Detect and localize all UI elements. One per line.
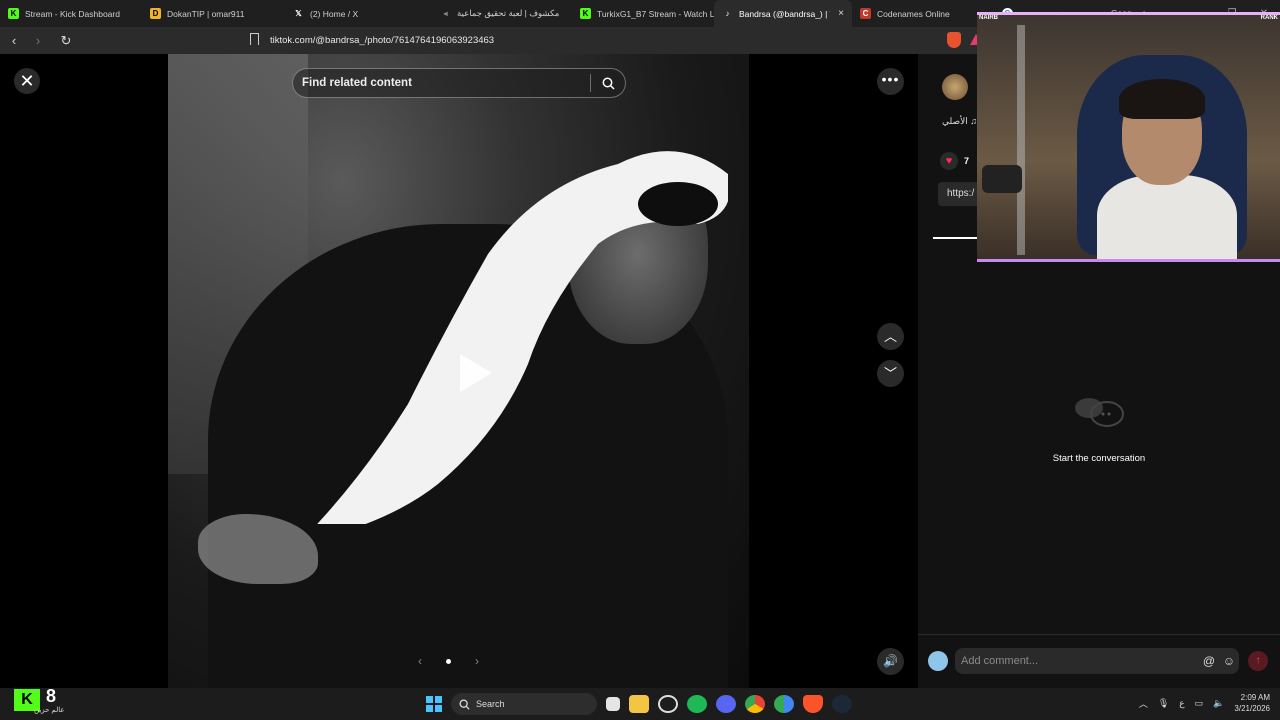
close-viewer-button[interactable]: ✕: [14, 68, 40, 94]
volume-icon[interactable]: 🔈: [1213, 698, 1224, 709]
brave-icon[interactable]: [803, 695, 823, 713]
search-input[interactable]: Find related content: [302, 77, 590, 89]
tab-label: DokanTIP | omar911: [167, 8, 245, 19]
tab-label: Bandrsa (@bandrsa_) | Tik: [739, 8, 830, 19]
pager-dot[interactable]: [446, 658, 451, 664]
taskbar-search-label: Search: [476, 699, 505, 709]
cam-hair: [1119, 79, 1205, 119]
empty-comments-text: Start the conversation: [1052, 453, 1146, 464]
photo-pager: ‹ ›: [418, 654, 479, 668]
tab-makshoof[interactable]: ◂ مكشوف | لعبة تحقيق جماعية: [432, 0, 572, 27]
windows-taskbar: K 8 عالم حزين Search ︿ 🎙 ع ▭ 🔈 2:09 AM 3…: [0, 686, 1280, 720]
close-tab-icon[interactable]: ×: [838, 8, 844, 19]
pager-prev-icon[interactable]: ‹: [418, 654, 422, 668]
mention-icon[interactable]: @: [1199, 654, 1219, 668]
tiktok-icon: ♪: [725, 9, 730, 18]
clock-time: 2:09 AM: [1240, 693, 1270, 702]
next-post-button[interactable]: ﹀: [877, 360, 904, 387]
heart-icon[interactable]: ♥: [940, 152, 958, 170]
tray-overflow-icon[interactable]: ︿: [1139, 697, 1148, 710]
pager-next-icon[interactable]: ›: [475, 654, 479, 668]
volume-button[interactable]: 🔊: [877, 648, 904, 675]
kick-icon: K: [580, 8, 591, 19]
kick-icon: K: [8, 8, 19, 19]
file-explorer-icon[interactable]: [629, 695, 649, 713]
microphone-icon[interactable]: 🎙: [1158, 698, 1169, 709]
task-view-icon[interactable]: [606, 697, 620, 711]
like-control[interactable]: ♥ 7: [940, 152, 969, 170]
clock-date: 3/21/2026: [1234, 704, 1270, 713]
tab-kick-dashboard[interactable]: K Stream - Kick Dashboard: [0, 0, 142, 27]
empty-comments: Start the conversation: [918, 394, 1280, 464]
cam-microphone: [982, 165, 1022, 193]
author-avatar[interactable]: [942, 74, 968, 100]
chat-bubbles-icon: [1075, 398, 1124, 427]
previous-post-button[interactable]: ︿: [877, 323, 904, 350]
clock[interactable]: 2:09 AM 3/21/2026: [1234, 692, 1270, 714]
cam-right-label: RANK: [1260, 15, 1278, 21]
chrome-canary-icon[interactable]: [774, 695, 794, 713]
network-icon[interactable]: ▭: [1195, 698, 1204, 709]
like-count: 7: [964, 156, 970, 166]
more-options-button[interactable]: •••: [877, 68, 904, 95]
address-bar[interactable]: tiktok.com/@bandrsa_/photo/7614764196063…: [246, 30, 994, 51]
emoji-icon[interactable]: ☺: [1219, 654, 1239, 668]
photo-image[interactable]: [168, 54, 749, 688]
start-windows-icon[interactable]: [426, 696, 442, 712]
spotify-icon[interactable]: [687, 695, 707, 713]
x-icon: 𝕏: [295, 9, 302, 18]
kick-widget-count: 8: [46, 686, 57, 706]
cam-shirt: [1097, 175, 1237, 259]
codenames-icon: C: [860, 8, 871, 19]
language-indicator[interactable]: ع: [1179, 698, 1184, 709]
photo-headscarf: [317, 151, 728, 524]
taskbar-search-icon: [459, 698, 470, 710]
comment-placeholder[interactable]: Add comment...: [961, 655, 1199, 667]
related-search-bar[interactable]: Find related content: [292, 68, 626, 98]
cam-left-label: NAIRB: [979, 15, 998, 21]
site-icon: ◂: [443, 9, 448, 18]
tab-label: (2) Home / X: [310, 8, 359, 19]
tab-x-home[interactable]: 𝕏 (2) Home / X: [285, 0, 432, 27]
discord-icon[interactable]: [716, 695, 736, 713]
user-avatar: [928, 651, 948, 671]
search-icon[interactable]: [591, 77, 625, 90]
play-icon[interactable]: [460, 354, 492, 392]
tab-label: TurkixG1_B7 Stream - Watch Li: [597, 8, 714, 19]
chrome-icon[interactable]: [745, 695, 765, 713]
comment-composer: Add comment... @ ☺ ↑: [918, 634, 1280, 688]
url-text[interactable]: tiktok.com/@bandrsa_/photo/7614764196063…: [270, 35, 494, 46]
taskbar-search[interactable]: Search: [451, 693, 597, 715]
tab-label: Codenames Online: [877, 8, 950, 19]
webcam-overlay: NAIRB RANK: [977, 12, 1280, 262]
tab-turkix-stream[interactable]: K TurkixG1_B7 Stream - Watch Li: [572, 0, 714, 27]
cam-streamer: [1097, 75, 1237, 259]
widget-text: عالم حزين: [34, 707, 65, 714]
tab-tiktok-bandrsa[interactable]: ♪ Bandrsa (@bandrsa_) | Tik ×: [714, 0, 852, 27]
media-stage: ✕ Find related content ••• ︿ ﹀ ‹ › 🔊: [0, 54, 918, 688]
tab-dokantip[interactable]: D DokanTIP | omar911: [142, 0, 285, 27]
back-icon[interactable]: ‹: [4, 33, 24, 48]
steam-icon[interactable]: [832, 695, 852, 713]
comment-input[interactable]: Add comment... @ ☺: [955, 648, 1239, 674]
send-comment-button[interactable]: ↑: [1248, 651, 1268, 671]
brave-shields-icon[interactable]: [947, 32, 961, 48]
cam-lamp: [1017, 25, 1025, 255]
tab-label: مكشوف | لعبة تحقيق جماعية: [457, 8, 560, 18]
system-tray: ︿ 🎙 ع ▭ 🔈 2:09 AM 3/21/2026: [1139, 692, 1270, 714]
reload-icon[interactable]: ↻: [56, 33, 76, 49]
music-label[interactable]: الأصلي ♫: [942, 116, 977, 127]
obs-icon[interactable]: [658, 695, 678, 713]
dokan-icon: D: [150, 8, 161, 19]
forward-icon[interactable]: ›: [28, 33, 48, 48]
tab-codenames[interactable]: C Codenames Online: [852, 0, 994, 27]
pinned-apps: [606, 695, 852, 713]
tab-label: Stream - Kick Dashboard: [25, 8, 120, 19]
bookmark-icon[interactable]: [250, 33, 259, 45]
